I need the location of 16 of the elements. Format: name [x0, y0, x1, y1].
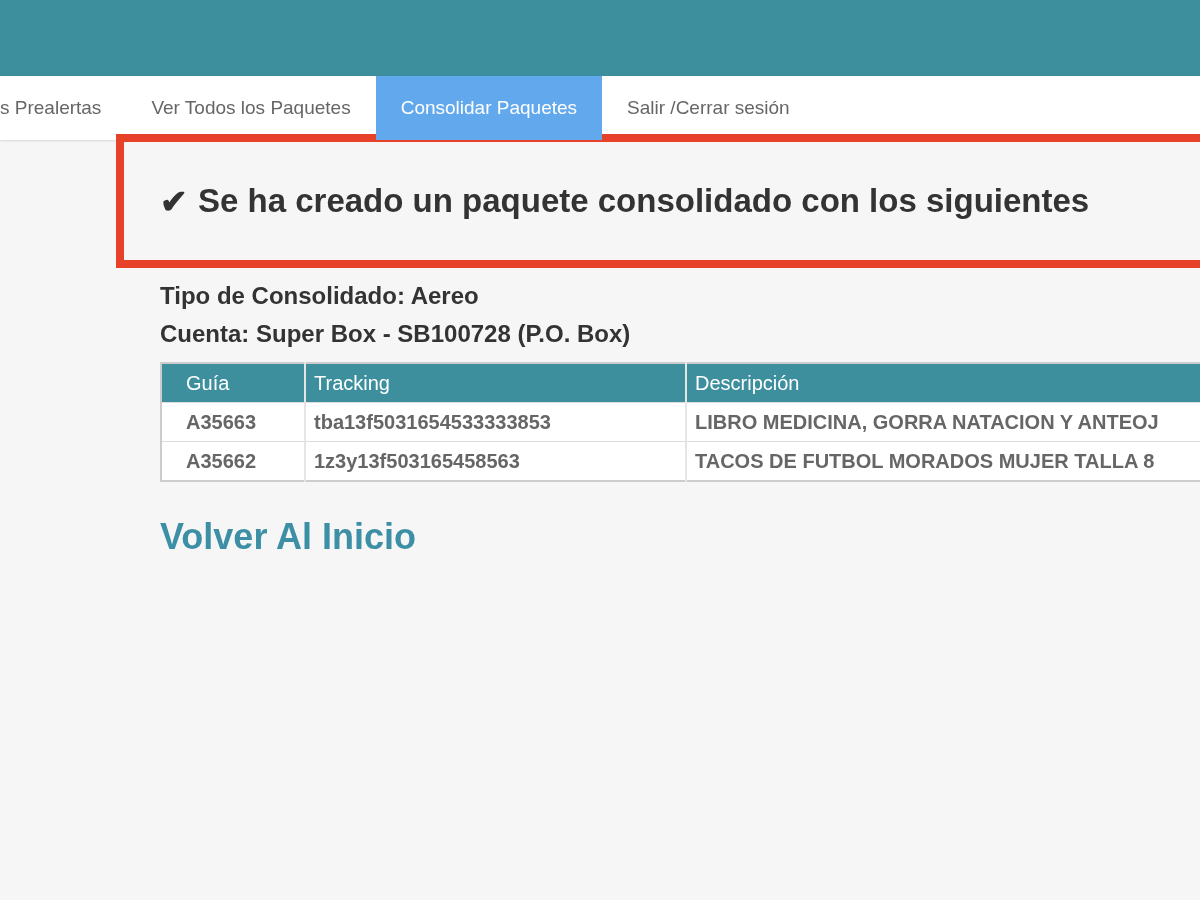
alert-message: ✔ Se ha creado un paquete consolidado con los siguientes [160, 181, 1090, 221]
detail-text: Cuenta: Super Box - SB100728 (P.O. Box) [160, 320, 631, 348]
nav-tab[interactable]: Salir /Cerrar sesión [602, 76, 815, 140]
table-cell: tba13f5031654533333853 [305, 402, 686, 442]
table-cell: LIBRO MEDICINA, GORRA NATACION Y ANTEOJ [686, 402, 1200, 442]
back-link[interactable]: Volver Al Inicio [160, 516, 417, 558]
column-header: Tracking [305, 363, 686, 403]
nav-tab[interactable]: Ver Todos los Paquetes [126, 76, 376, 140]
table-cell: A35662 [161, 441, 305, 481]
column-header: Guía [161, 363, 305, 403]
table-cell: TACOS DE FUTBOL MORADOS MUJER TALLA 8 [686, 441, 1200, 481]
table-cell: 1z3y13f503165458563 [305, 441, 686, 481]
table-cell: A35663 [161, 402, 305, 442]
detail-text: Tipo de Consolidado: Aereo [160, 282, 479, 310]
column-header: Descripción [686, 363, 1200, 403]
nav-tab[interactable]: s Prealertas [0, 76, 127, 140]
